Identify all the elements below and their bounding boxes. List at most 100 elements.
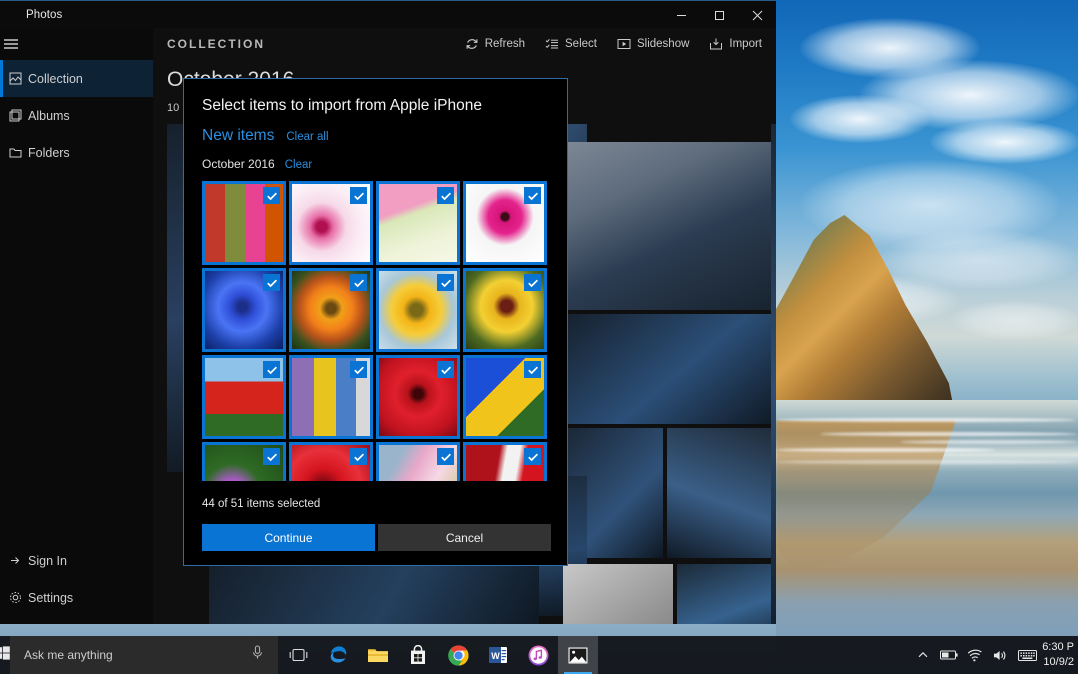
select-label: Select (565, 38, 597, 50)
checkmark-icon[interactable] (350, 361, 367, 378)
checkmark-icon[interactable] (263, 448, 280, 465)
photos-icon[interactable] (558, 636, 598, 674)
dialog-title: Select items to import from Apple iPhone (202, 97, 567, 115)
start-button[interactable] (0, 636, 10, 674)
refresh-label: Refresh (485, 38, 525, 50)
photo-thumbnail-macbook[interactable] (563, 142, 771, 310)
sidebar-item-albums-label: Albums (28, 109, 70, 123)
checkmark-icon[interactable] (524, 187, 541, 204)
thumbnail-flower-grid-collage-2[interactable] (289, 355, 373, 439)
new-items-row: New items Clear all (202, 127, 567, 145)
photo-thumbnail[interactable] (563, 314, 771, 424)
checkmark-icon[interactable] (263, 361, 280, 378)
toolbar-actions: Refresh Select Slideshow (457, 28, 770, 60)
checkmark-icon[interactable] (350, 274, 367, 291)
cancel-button[interactable]: Cancel (378, 524, 551, 551)
photo-thumbnail[interactable] (677, 564, 771, 624)
clock-time: 6:30 P (1042, 640, 1074, 655)
group-header-row: October 2016 Clear (202, 157, 567, 171)
thumbnail-yellow-sunflower-blue-sky[interactable] (463, 355, 547, 439)
page-title: COLLECTION (167, 37, 265, 51)
thumbnail-flower-collage-grid[interactable] (202, 181, 286, 265)
app-title: Photos (26, 9, 62, 21)
maximize-button[interactable] (700, 1, 738, 29)
import-dialog: Select items to import from Apple iPhone… (183, 78, 568, 566)
windows-logo-icon (0, 646, 10, 665)
checkmark-icon[interactable] (350, 187, 367, 204)
thumbnail-orange-gazania[interactable] (289, 268, 373, 352)
collection-content-area: COLLECTION Refresh Select (153, 28, 776, 624)
window-controls (662, 1, 776, 29)
checkmark-icon[interactable] (437, 187, 454, 204)
thumbnail-magenta-gerbera[interactable] (463, 181, 547, 265)
task-view-icon[interactable] (278, 636, 318, 674)
sidebar-item-folders[interactable]: Folders (0, 134, 153, 171)
thumbnail-pink-lily-soft[interactable] (376, 442, 460, 481)
thumbnail-red-dahlia[interactable] (376, 355, 460, 439)
thumbnail-yellow-sunflower-red-center[interactable] (463, 268, 547, 352)
slideshow-button[interactable]: Slideshow (609, 33, 697, 55)
group-clear-link[interactable]: Clear (285, 159, 312, 171)
clock[interactable]: 6:30 P 10/9/2 (1040, 636, 1078, 674)
photo-thumbnail[interactable] (771, 124, 776, 624)
new-items-filter[interactable]: New items (202, 127, 274, 145)
checkmark-icon[interactable] (437, 448, 454, 465)
checkmark-icon[interactable] (524, 448, 541, 465)
wifi-icon[interactable] (962, 636, 988, 674)
slideshow-label: Slideshow (637, 38, 689, 50)
checkmark-icon[interactable] (263, 187, 280, 204)
file-explorer-icon[interactable] (358, 636, 398, 674)
sidebar-item-settings[interactable]: Settings (0, 579, 153, 616)
checkmark-icon[interactable] (350, 448, 367, 465)
thumbnail-purple-pansies[interactable] (202, 442, 286, 481)
continue-button[interactable]: Continue (202, 524, 375, 551)
taskbar-app-icons: W (278, 636, 598, 674)
import-button[interactable]: Import (701, 33, 770, 55)
chrome-icon[interactable] (438, 636, 478, 674)
cliff-formation (776, 215, 956, 420)
search-placeholder: Ask me anything (24, 648, 113, 662)
select-button[interactable]: Select (537, 33, 605, 55)
gear-icon (4, 591, 26, 604)
thumbnail-blue-cornflower[interactable] (202, 268, 286, 352)
thumbnail-red-tulip-field[interactable] (202, 355, 286, 439)
volume-icon[interactable] (988, 636, 1014, 674)
thumbnail-pink-blossoms-green[interactable] (376, 181, 460, 265)
thumbnail-red-rose-white[interactable] (463, 442, 547, 481)
edge-icon[interactable] (318, 636, 358, 674)
microphone-icon[interactable] (251, 645, 264, 665)
group-date-label: October 2016 (202, 157, 275, 171)
photos-app-window: Photos Collection (0, 0, 776, 624)
hamburger-menu-button[interactable] (0, 28, 153, 60)
thumbnail-sunflower-sky[interactable] (376, 268, 460, 352)
import-label: Import (729, 38, 762, 50)
sidebar-item-collection-label: Collection (28, 72, 83, 86)
close-button[interactable] (738, 1, 776, 29)
sidebar-item-sign-in[interactable]: Sign In (0, 542, 153, 579)
title-bar: Photos (0, 0, 776, 28)
thumbnail-scroll-area[interactable] (202, 181, 549, 481)
checkmark-icon[interactable] (263, 274, 280, 291)
minimize-button[interactable] (662, 1, 700, 29)
sidebar-item-albums[interactable]: Albums (0, 97, 153, 134)
dialog-footer: 44 of 51 items selected Continue Cancel (184, 498, 567, 565)
battery-icon[interactable] (936, 636, 962, 674)
collection-icon (4, 72, 26, 85)
checkmark-icon[interactable] (437, 361, 454, 378)
checkmark-icon[interactable] (437, 274, 454, 291)
store-icon[interactable] (398, 636, 438, 674)
search-input[interactable]: Ask me anything (10, 636, 278, 674)
keyboard-icon[interactable] (1014, 636, 1040, 674)
clear-all-link[interactable]: Clear all (286, 131, 328, 143)
checkmark-icon[interactable] (524, 274, 541, 291)
itunes-icon[interactable] (518, 636, 558, 674)
thumbnail-pink-orchid[interactable] (289, 181, 373, 265)
refresh-button[interactable]: Refresh (457, 33, 533, 55)
photo-thumbnail[interactable] (563, 564, 673, 624)
photo-thumbnail[interactable] (667, 428, 771, 558)
sidebar-item-collection[interactable]: Collection (0, 60, 153, 97)
show-hidden-icons-chevron-icon[interactable] (910, 636, 936, 674)
word-icon[interactable]: W (478, 636, 518, 674)
thumbnail-red-roses-bunch[interactable] (289, 442, 373, 481)
checkmark-icon[interactable] (524, 361, 541, 378)
